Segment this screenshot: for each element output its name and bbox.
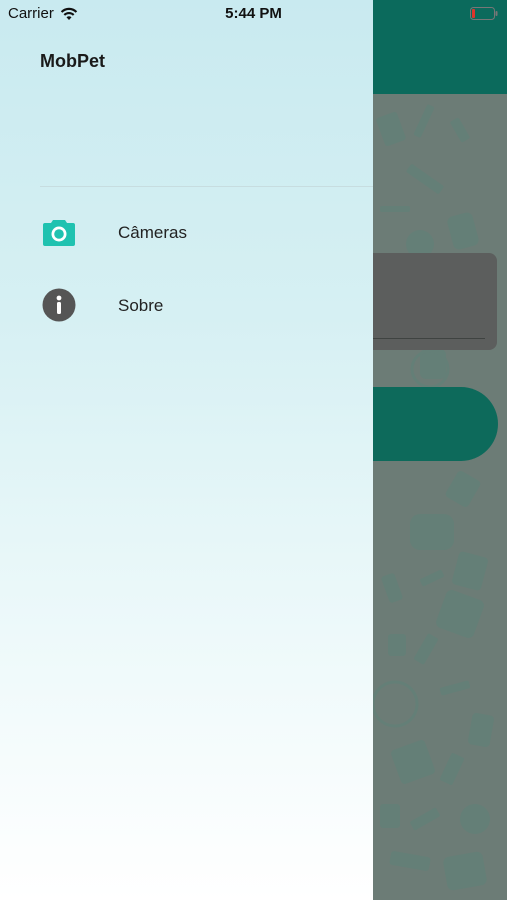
menu-item-cameras[interactable]: Câmeras [0, 201, 373, 265]
camera-icon [43, 220, 75, 246]
status-bar: Carrier 5:44 PM [0, 0, 507, 28]
screen: Carrier 5:44 PM MobPet Câmeras Sobre [0, 0, 507, 900]
menu-item-sobre-label: Sobre [118, 296, 164, 315]
info-icon [42, 288, 76, 322]
drawer-app-title: MobPet [40, 51, 105, 71]
battery-low-icon [470, 7, 498, 20]
navigation-drawer: MobPet Câmeras Sobre [0, 0, 373, 900]
menu-item-cameras-label: Câmeras [118, 223, 187, 242]
menu-item-sobre[interactable]: Sobre [0, 274, 373, 338]
status-time: 5:44 PM [225, 5, 282, 22]
drawer-divider [40, 186, 373, 187]
